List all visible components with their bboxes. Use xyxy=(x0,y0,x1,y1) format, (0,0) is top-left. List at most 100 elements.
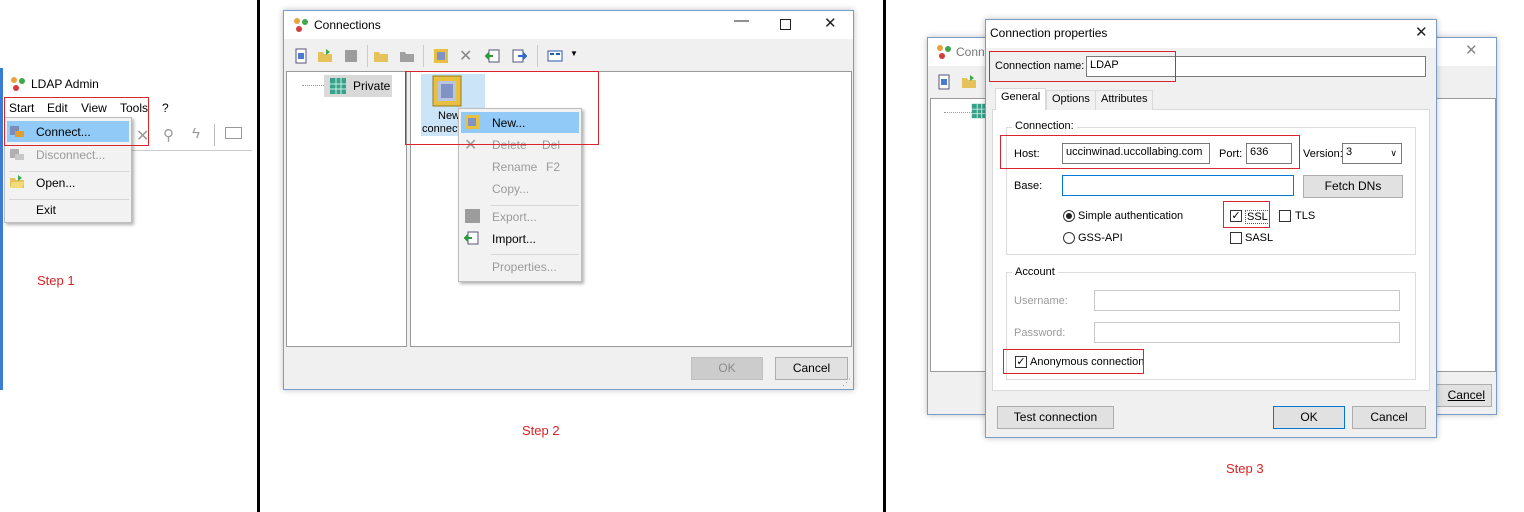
import-icon xyxy=(464,231,479,245)
fetch-dns-button[interactable]: Fetch DNs xyxy=(1303,175,1403,198)
step1-panel: LDAP Admin Start Edit View Tools ? ✕ ⚲ ϟ… xyxy=(0,0,257,512)
book-icon xyxy=(225,127,242,139)
tab-general[interactable]: General xyxy=(995,88,1047,110)
toolbar-separator xyxy=(423,45,424,67)
gss-api-label: GSS-API xyxy=(1078,232,1123,244)
ok-button[interactable]: OK xyxy=(691,357,763,380)
view-options-icon[interactable] xyxy=(547,48,563,64)
menu-item-disconnect[interactable]: Disconnect... xyxy=(36,148,105,162)
sasl-checkbox[interactable] xyxy=(1230,232,1242,244)
highlight-box xyxy=(405,71,599,145)
cancel-button[interactable]: Cancel xyxy=(1352,406,1426,429)
divider-line xyxy=(883,0,886,512)
simple-auth-radio[interactable] xyxy=(1063,210,1075,222)
resize-grip-icon[interactable]: ⋰ xyxy=(842,377,851,388)
base-input[interactable] xyxy=(1062,175,1294,196)
window-title: Conn xyxy=(956,45,985,59)
step1-label: Step 1 xyxy=(37,273,75,288)
version-label: Version: xyxy=(1303,148,1343,160)
chevron-down-icon: ∨ xyxy=(1390,148,1397,158)
menu-separator xyxy=(9,171,129,172)
ctx-item-copy[interactable]: Copy... xyxy=(492,182,529,196)
tree-item-label: Private xyxy=(353,79,391,93)
highlight-box xyxy=(1003,349,1144,374)
ctx-item-properties[interactable]: Properties... xyxy=(492,260,557,274)
connections-window: Connections — ✕ ✕ ▼ Private New connect … xyxy=(283,10,854,390)
cancel-button[interactable]: Cancel xyxy=(775,357,848,380)
new-connection-icon[interactable] xyxy=(293,48,309,64)
tree-line xyxy=(944,112,972,113)
username-input[interactable] xyxy=(1094,290,1400,311)
new-connection-icon xyxy=(938,74,950,90)
connection-group-title: Connection: xyxy=(1012,120,1077,132)
account-group-title: Account xyxy=(1012,266,1058,278)
open-folder-icon xyxy=(10,175,24,188)
app-title: LDAP Admin xyxy=(31,77,99,91)
toolbar-separator xyxy=(537,45,538,67)
export-icon[interactable] xyxy=(511,48,527,64)
step2-label: Step 2 xyxy=(522,423,560,438)
tree-line xyxy=(302,85,324,86)
password-input[interactable] xyxy=(1094,322,1400,343)
ldap-app-icon xyxy=(11,77,25,91)
properties-icon[interactable] xyxy=(433,48,449,64)
menu-separator xyxy=(9,199,129,200)
delete-icon[interactable]: ✕ xyxy=(459,46,472,66)
tab-options[interactable]: Options xyxy=(1046,90,1096,110)
step3-label: Step 3 xyxy=(1226,461,1264,476)
ctx-item-import[interactable]: Import... xyxy=(492,232,536,246)
ctx-item-rename[interactable]: Rename xyxy=(492,160,537,174)
close-icon[interactable]: ✕ xyxy=(824,14,837,32)
gss-api-radio[interactable] xyxy=(1063,232,1075,244)
search-icon: ⚲ xyxy=(163,127,174,144)
menu-item-open[interactable]: Open... xyxy=(36,176,75,190)
ldap-app-icon xyxy=(294,18,308,32)
ctx-item-export[interactable]: Export... xyxy=(492,210,537,224)
save-icon[interactable] xyxy=(343,48,359,64)
highlight-box xyxy=(989,51,1176,82)
sasl-label: SASL xyxy=(1245,232,1274,244)
database-icon xyxy=(330,78,346,94)
menu-separator xyxy=(491,205,579,206)
version-value: 3 xyxy=(1346,146,1353,158)
window-title: Connections xyxy=(314,18,381,32)
version-select[interactable]: 3 ∨ xyxy=(1342,143,1402,164)
toolbar-separator xyxy=(214,124,215,146)
close-icon[interactable]: ✕ xyxy=(1415,23,1428,41)
highlight-box xyxy=(1000,135,1300,169)
menu-separator xyxy=(491,254,579,255)
minimize-icon[interactable]: — xyxy=(734,12,749,29)
tab-attributes[interactable]: Attributes xyxy=(1095,90,1154,110)
disconnect-icon xyxy=(10,149,24,160)
divider-line xyxy=(257,0,260,512)
import-icon[interactable] xyxy=(485,48,501,64)
tls-label: TLS xyxy=(1295,210,1316,222)
highlight-box xyxy=(4,97,149,146)
ok-button[interactable]: OK xyxy=(1273,406,1345,429)
dialog-title: Connection properties xyxy=(990,26,1108,40)
chevron-down-icon[interactable]: ▼ xyxy=(570,49,578,58)
export-icon xyxy=(465,209,480,223)
menu-help[interactable]: ? xyxy=(162,101,169,115)
base-label: Base: xyxy=(1014,180,1043,192)
toolbar-bottom-line xyxy=(132,150,252,151)
tls-checkbox[interactable] xyxy=(1279,210,1291,222)
menu-item-exit[interactable]: Exit xyxy=(36,203,56,217)
ctx-shortcut-rename: F2 xyxy=(546,160,561,174)
open-folder-icon[interactable] xyxy=(317,48,333,64)
toolbar-separator xyxy=(367,45,368,67)
tree-panel xyxy=(286,71,407,347)
test-connection-button[interactable]: Test connection xyxy=(997,406,1114,429)
ldap-app-icon xyxy=(937,45,951,59)
folder-gray-icon[interactable] xyxy=(399,48,415,64)
lightning-icon: ϟ xyxy=(192,125,200,142)
window-edge xyxy=(0,68,3,390)
highlight-box xyxy=(1223,201,1270,228)
simple-auth-label: Simple authentication xyxy=(1078,210,1184,222)
open-folder-icon xyxy=(962,75,976,88)
folder-icon[interactable] xyxy=(373,48,389,64)
close-icon[interactable]: ✕ xyxy=(1465,41,1478,59)
username-label: Username: xyxy=(1014,295,1068,307)
maximize-icon[interactable] xyxy=(780,19,791,30)
password-label: Password: xyxy=(1014,327,1066,339)
